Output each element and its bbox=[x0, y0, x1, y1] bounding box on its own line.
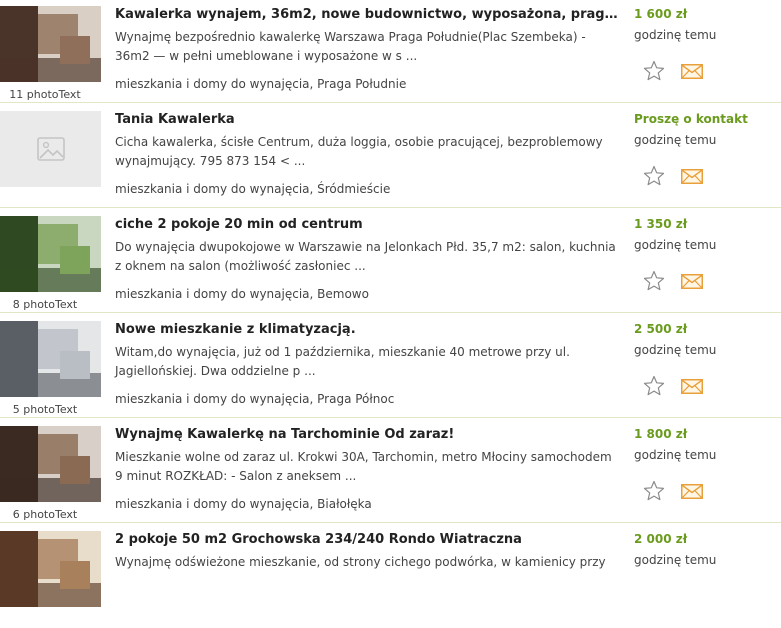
listing-photo[interactable] bbox=[0, 216, 101, 292]
listing-description-text: Wynajmę bezpośrednio kawalerkę Warszawa … bbox=[115, 30, 586, 63]
favorite-star-icon[interactable] bbox=[642, 269, 666, 293]
listing-photo[interactable] bbox=[0, 6, 101, 82]
listing-price: 2 500 zł bbox=[634, 322, 688, 336]
listing-price: 2 000 zł bbox=[634, 532, 688, 546]
message-envelope-icon[interactable] bbox=[681, 274, 703, 289]
listing-description-text: Wynajmę odświeżone mieszkanie, od strony… bbox=[115, 555, 606, 569]
listing-title-link[interactable]: ciche 2 pokoje 20 min od centrum bbox=[115, 217, 623, 232]
listing-description-text: Witam,do wynajęcia, już od 1 październik… bbox=[115, 345, 570, 378]
read-more-link[interactable]: ... bbox=[406, 49, 417, 63]
message-envelope-icon[interactable] bbox=[681, 64, 703, 79]
listing-time: godzinę temu bbox=[634, 553, 717, 567]
listing-title-link[interactable]: Kawalerka wynajem, 36m2, nowe budownictw… bbox=[115, 7, 623, 22]
listing-photo[interactable] bbox=[0, 531, 101, 607]
listing-photo[interactable] bbox=[0, 426, 101, 502]
listing-description: Witam,do wynajęcia, już od 1 październik… bbox=[115, 343, 623, 381]
listing-row: Tania Kawalerka Cicha kawalerka, ścisłe C… bbox=[0, 103, 781, 208]
listing-time: godzinę temu bbox=[634, 133, 717, 147]
photo-count: 11 photoText bbox=[9, 88, 81, 101]
listing-row: 8 photoText ciche 2 pokoje 20 min od cent… bbox=[0, 208, 781, 313]
read-more-link[interactable]: ... bbox=[304, 364, 315, 378]
listing-list: 11 photoText Kawalerka wynajem, 36m2, now… bbox=[0, 0, 781, 628]
listing-category-link[interactable]: mieszkania i domy do wynajęcia, Praga Pó… bbox=[115, 392, 394, 406]
listing-category-link[interactable]: mieszkania i domy do wynajęcia, Praga Po… bbox=[115, 77, 406, 91]
read-more-link[interactable]: ... bbox=[354, 259, 365, 273]
favorite-star-icon[interactable] bbox=[642, 59, 666, 83]
listing-price: 1 600 zł bbox=[634, 7, 688, 21]
photo-count: 5 photoText bbox=[12, 403, 78, 416]
listing-category-link[interactable]: mieszkania i domy do wynajęcia, Białołęk… bbox=[115, 497, 372, 511]
message-envelope-icon[interactable] bbox=[681, 484, 703, 499]
listing-description: Wynajmę bezpośrednio kawalerkę Warszawa … bbox=[115, 28, 623, 66]
listing-category-link[interactable]: mieszkania i domy do wynajęcia, Bemowo bbox=[115, 287, 369, 301]
listing-price: 1 350 zł bbox=[634, 217, 688, 231]
listing-row: 11 photoText Kawalerka wynajem, 36m2, now… bbox=[0, 0, 781, 103]
favorite-star-icon[interactable] bbox=[642, 374, 666, 398]
listing-description: Do wynajęcia dwupokojowe w Warszawie na … bbox=[115, 238, 623, 276]
listing-time: godzinę temu bbox=[634, 343, 717, 357]
listing-title-link[interactable]: 2 pokoje 50 m2 Grochowska 234/240 Rondo … bbox=[115, 532, 623, 547]
read-more-link[interactable]: ... bbox=[294, 154, 305, 168]
listing-category-link[interactable]: mieszkania i domy do wynajęcia, Śródmieś… bbox=[115, 182, 390, 196]
listing-photo[interactable] bbox=[0, 321, 101, 397]
photo-count: 6 photoText bbox=[12, 508, 78, 521]
listing-description-text: Mieszkanie wolne od zaraz ul. Krokwi 30A… bbox=[115, 450, 612, 483]
message-envelope-icon[interactable] bbox=[681, 169, 703, 184]
listing-price: Proszę o kontakt bbox=[634, 112, 748, 126]
listing-row: 2 pokoje 50 m2 Grochowska 234/240 Rondo … bbox=[0, 523, 781, 628]
listing-title-link[interactable]: Tania Kawalerka bbox=[115, 112, 623, 127]
listing-description: Cicha kawalerka, ścisłe Centrum, duża lo… bbox=[115, 133, 623, 171]
listing-title-link[interactable]: Nowe mieszkanie z klimatyzacją. bbox=[115, 322, 623, 337]
listing-row: 6 photoText Wynajmę Kawalerkę na Tarchomi… bbox=[0, 418, 781, 523]
listing-description: Mieszkanie wolne od zaraz ul. Krokwi 30A… bbox=[115, 448, 623, 486]
listing-title-link[interactable]: Wynajmę Kawalerkę na Tarchominie Od zara… bbox=[115, 427, 623, 442]
listing-time: godzinę temu bbox=[634, 28, 717, 42]
listing-price: 1 800 zł bbox=[634, 427, 688, 441]
listing-time: godzinę temu bbox=[634, 448, 717, 462]
photo-placeholder-icon[interactable] bbox=[0, 111, 101, 187]
listing-time: godzinę temu bbox=[634, 238, 717, 252]
listing-description: Wynajmę odświeżone mieszkanie, od strony… bbox=[115, 553, 623, 572]
photo-count: 8 photoText bbox=[12, 298, 78, 311]
read-more-link[interactable]: ... bbox=[345, 469, 356, 483]
favorite-star-icon[interactable] bbox=[642, 164, 666, 188]
listing-row: 5 photoText Nowe mieszkanie z klimatyzacj… bbox=[0, 313, 781, 418]
message-envelope-icon[interactable] bbox=[681, 379, 703, 394]
favorite-star-icon[interactable] bbox=[642, 479, 666, 503]
listing-description-text: Cicha kawalerka, ścisłe Centrum, duża lo… bbox=[115, 135, 603, 168]
